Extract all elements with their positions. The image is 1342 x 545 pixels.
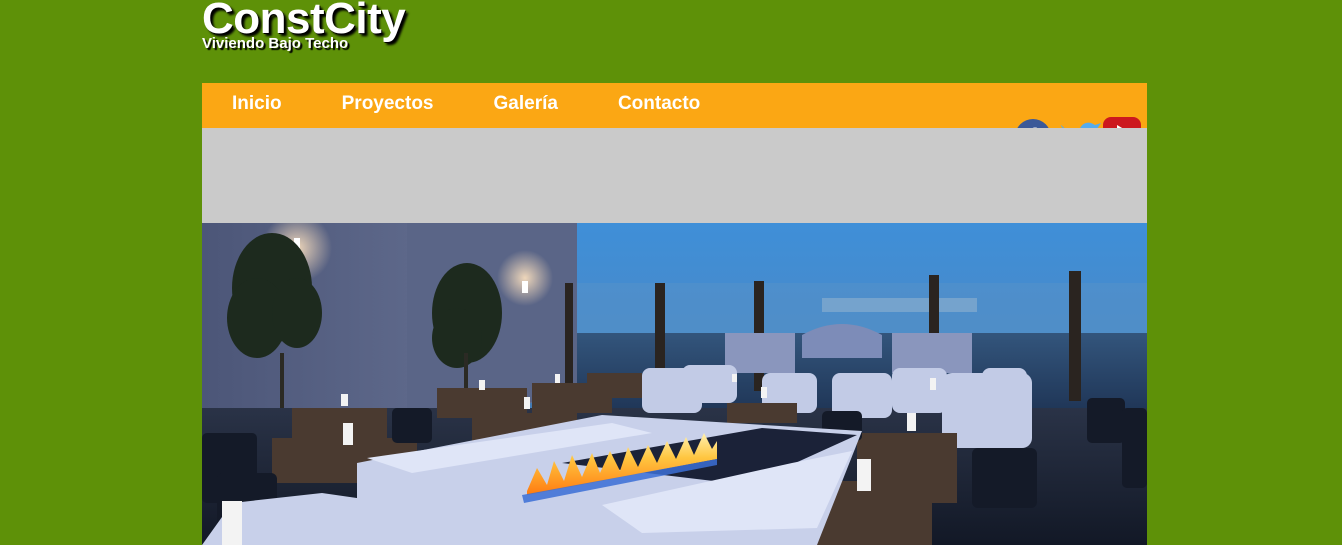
nav-item-proyectos[interactable]: Proyectos: [342, 81, 434, 128]
site-logo[interactable]: ConstCity Viviendo Bajo Techo: [202, 0, 406, 52]
nav-item-inicio[interactable]: Inicio: [232, 81, 282, 128]
nav-item-contacto[interactable]: Contacto: [618, 81, 700, 128]
social-links: f: [1015, 117, 1145, 128]
nav-menu: Inicio Proyectos Galería Contacto: [202, 83, 700, 128]
facebook-icon[interactable]: f: [1015, 117, 1055, 128]
twitter-icon[interactable]: [1057, 117, 1101, 128]
hero-image: [202, 223, 1147, 545]
main-navbar: Inicio Proyectos Galería Contacto f: [202, 83, 1147, 128]
nav-item-galeria[interactable]: Galería: [494, 81, 558, 128]
youtube-icon[interactable]: [1101, 117, 1143, 128]
banner-placeholder: [202, 128, 1147, 223]
